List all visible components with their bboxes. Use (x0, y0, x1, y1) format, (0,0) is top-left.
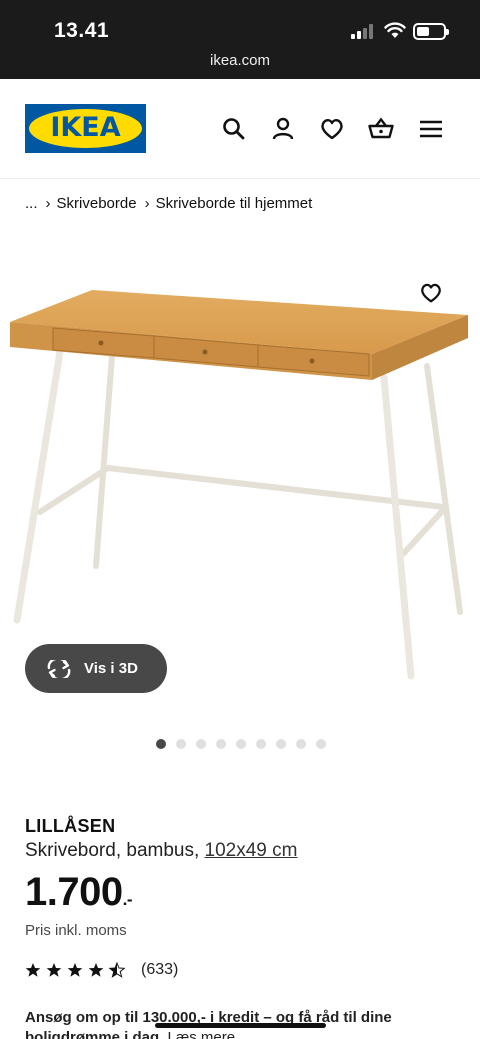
heart-icon[interactable] (319, 116, 345, 142)
breadcrumb: ... › Skriveborde › Skriveborde til hjemmet (25, 195, 318, 212)
ikea-logo[interactable]: IKEA (25, 104, 146, 153)
breadcrumb-item-skriveborde[interactable]: Skriveborde (57, 195, 137, 212)
chevron-right-icon: › (144, 195, 150, 212)
price-note: Pris inkl. moms (25, 922, 127, 939)
star-icon (88, 963, 104, 977)
price-amount: 1.700 (25, 870, 123, 914)
status-time: 13.41 (54, 19, 110, 42)
star-icon (25, 963, 41, 977)
price-suffix: .- (122, 890, 133, 909)
heart-icon (421, 283, 441, 303)
cellular-signal-icon (351, 24, 377, 39)
menu-icon[interactable] (418, 116, 444, 142)
rating-count: (633) (141, 961, 179, 978)
carousel-dot[interactable] (296, 739, 306, 749)
product-name: LILLÅSEN (25, 816, 116, 836)
carousel-dot[interactable] (256, 739, 266, 749)
carousel-dot[interactable] (316, 739, 326, 749)
product-type: Skrivebord, bambus, (25, 840, 200, 861)
add-to-favourites-button[interactable] (414, 276, 448, 310)
breadcrumb-item-skriveborde-til-hjemmet[interactable]: Skriveborde til hjemmet (156, 195, 313, 212)
view-in-3d-button[interactable]: Vis i 3D (25, 644, 167, 693)
carousel-dot[interactable] (196, 739, 206, 749)
status-bar: 13.41 ikea.com (0, 0, 480, 79)
promo-read-more-link[interactable]: Læs mere (168, 1029, 236, 1039)
home-indicator[interactable] (155, 1023, 326, 1028)
product-rating[interactable]: (633) (25, 961, 178, 979)
product-description: Skrivebord, bambus, 102x49 cm (25, 840, 297, 862)
url-bar[interactable]: ikea.com (0, 52, 480, 69)
basket-icon[interactable] (368, 116, 394, 142)
view-in-3d-label: Vis i 3D (84, 660, 138, 677)
wifi-icon (384, 22, 406, 38)
profile-icon[interactable] (270, 116, 296, 142)
site-header: IKEA (0, 79, 480, 179)
carousel-dot[interactable] (276, 739, 286, 749)
search-icon[interactable] (221, 116, 247, 142)
half-star-icon (109, 962, 125, 978)
rotate-3d-icon (47, 659, 71, 678)
chevron-right-icon: › (45, 195, 51, 212)
star-icon (46, 963, 62, 977)
carousel-dot[interactable] (216, 739, 226, 749)
carousel-dot[interactable] (156, 739, 166, 749)
image-carousel-indicator (156, 739, 326, 749)
breadcrumb-ellipsis[interactable]: ... (25, 195, 38, 212)
carousel-dot[interactable] (176, 739, 186, 749)
battery-icon (413, 23, 449, 40)
product-size-link[interactable]: 102x49 cm (205, 840, 298, 861)
star-icon (67, 963, 83, 977)
product-price: 1.700.- (25, 870, 133, 915)
carousel-dot[interactable] (236, 739, 246, 749)
